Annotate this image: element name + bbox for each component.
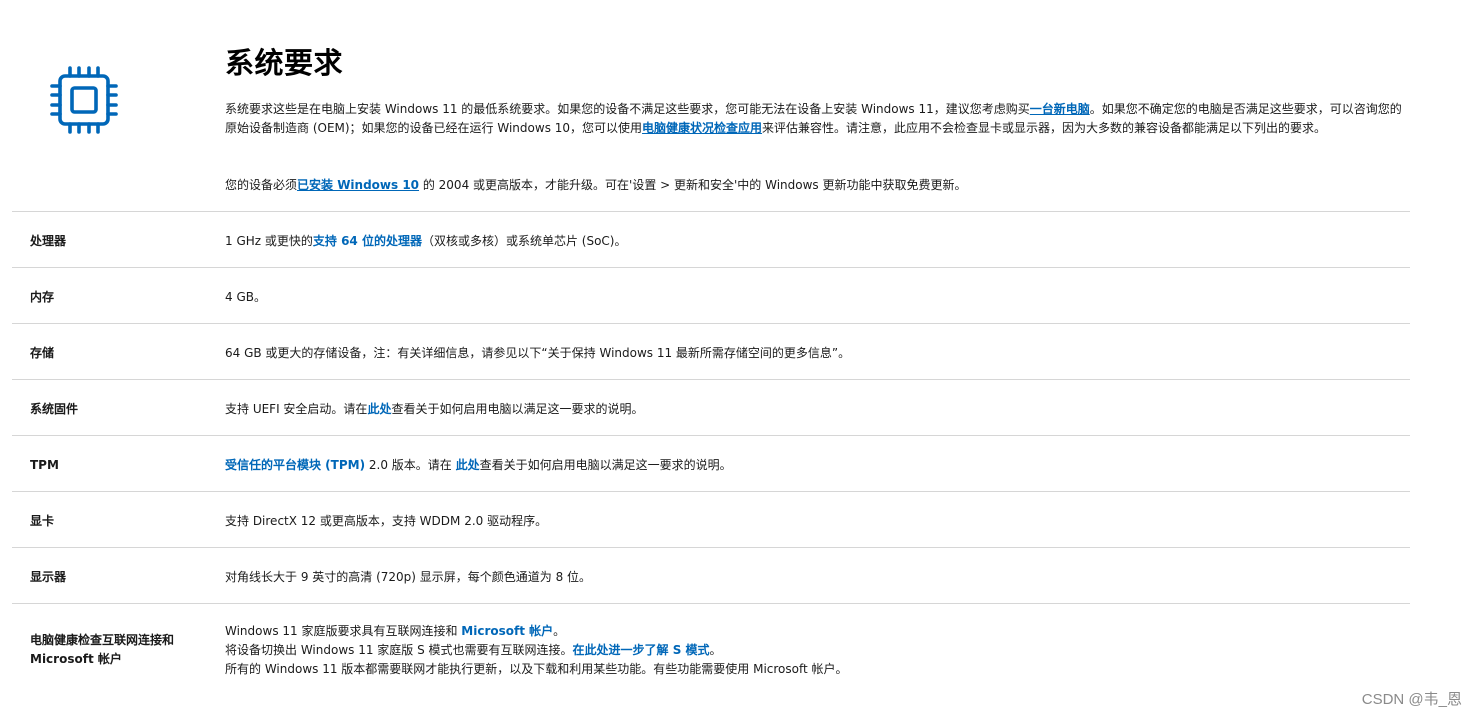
- 64bit-processor-link[interactable]: 支持 64 位的处理器: [313, 234, 422, 248]
- requirement-row-tpm: TPM 受信任的平台模块 (TPM) 2.0 版本。请在 此处查看关于如何启用电…: [12, 435, 1410, 491]
- intro-paragraph: 系统要求这些是在电脑上安装 Windows 11 的最低系统要求。如果您的设备不…: [225, 100, 1403, 138]
- processor-text-1: 1 GHz 或更快的: [225, 234, 313, 248]
- page-title: 系统要求: [225, 46, 344, 80]
- internet-text-3: 将设备切换出 Windows 11 家庭版 S 模式也需要有互联网连接。: [225, 643, 573, 657]
- requirement-label: TPM: [30, 458, 59, 472]
- upgrade-note-text-1: 您的设备必须: [225, 178, 298, 192]
- requirement-row-graphics: 显卡 支持 DirectX 12 或更高版本，支持 WDDM 2.0 驱动程序。: [12, 491, 1410, 547]
- requirement-row-processor: 处理器 1 GHz 或更快的支持 64 位的处理器（双核或多核）或系统单芯片 (…: [12, 211, 1410, 267]
- requirement-label: 内存: [30, 290, 55, 304]
- upgrade-note-text-2: 的 2004 或更高版本，才能升级。可在'设置 > 更新和安全'中的 Windo…: [419, 178, 967, 192]
- new-pc-link[interactable]: 一台新电脑: [1030, 102, 1090, 116]
- internet-text-4: 。: [709, 643, 722, 657]
- processor-text-2: （双核或多核）或系统单芯片 (SoC)。: [421, 234, 627, 248]
- firmware-text-1: 支持 UEFI 安全启动。请在: [225, 402, 368, 416]
- requirement-value: 支持 UEFI 安全启动。请在此处查看关于如何启用电脑以满足这一要求的说明。: [225, 400, 1395, 419]
- internet-text-2: 。: [553, 624, 566, 638]
- firmware-text-2: 查看关于如何启用电脑以满足这一要求的说明。: [391, 402, 644, 416]
- requirement-row-memory: 内存 4 GB。: [12, 267, 1410, 323]
- internet-text-1: Windows 11 家庭版要求具有互联网连接和: [225, 624, 462, 638]
- tpm-link[interactable]: 受信任的平台模块 (TPM): [225, 458, 365, 472]
- requirement-value: 1 GHz 或更快的支持 64 位的处理器（双核或多核）或系统单芯片 (SoC)…: [225, 232, 1395, 251]
- csdn-watermark: CSDN @韦_恩: [1361, 691, 1462, 708]
- requirement-label: 系统固件: [30, 402, 79, 416]
- s-mode-link[interactable]: 在此处进一步了解 S 模式: [573, 643, 710, 657]
- requirement-value: 4 GB。: [225, 290, 266, 304]
- requirement-value: 支持 DirectX 12 或更高版本，支持 WDDM 2.0 驱动程序。: [225, 514, 548, 528]
- tpm-text-1: 2.0 版本。请在: [365, 458, 456, 472]
- tpm-text-2: 查看关于如何启用电脑以满足这一要求的说明。: [479, 458, 732, 472]
- requirement-value: 64 GB 或更大的存储设备，注：有关详细信息，请参见以下“关于保持 Windo…: [225, 346, 851, 360]
- tpm-here-link[interactable]: 此处: [456, 458, 480, 472]
- internet-line-1: Windows 11 家庭版要求具有互联网连接和 Microsoft 帐户。: [225, 622, 1395, 641]
- microsoft-account-link[interactable]: Microsoft 帐户: [461, 624, 553, 638]
- requirement-label: 存储: [30, 346, 55, 360]
- requirements-table: 处理器 1 GHz 或更快的支持 64 位的处理器（双核或多核）或系统单芯片 (…: [12, 211, 1410, 700]
- requirement-value: 对角线长大于 9 英寸的高清 (720p) 显示屏，每个颜色通道为 8 位。: [225, 570, 592, 584]
- internet-line-3: 所有的 Windows 11 版本都需要联网才能执行更新，以及下载和利用某些功能…: [225, 662, 848, 676]
- windows10-installed-link[interactable]: 已安装 Windows 10: [297, 178, 419, 192]
- intro-text-1: 系统要求这些是在电脑上安装 Windows 11 的最低系统要求。如果您的设备不…: [225, 102, 1030, 116]
- system-requirements-page: 系统要求 系统要求这些是在电脑上安装 Windows 11 的最低系统要求。如果…: [0, 0, 1480, 717]
- requirement-value: 受信任的平台模块 (TPM) 2.0 版本。请在 此处查看关于如何启用电脑以满足…: [225, 456, 1395, 475]
- requirement-value: Windows 11 家庭版要求具有互联网连接和 Microsoft 帐户。 将…: [225, 622, 1395, 679]
- requirement-label: 电脑健康检查互联网连接和 Microsoft 帐户: [30, 633, 175, 666]
- requirement-label: 显卡: [30, 514, 55, 528]
- intro-text-3: 来评估兼容性。请注意，此应用不会检查显卡或显示器，因为大多数的兼容设备都能满足以…: [762, 121, 1327, 135]
- requirement-row-internet: 电脑健康检查互联网连接和 Microsoft 帐户 Windows 11 家庭版…: [12, 603, 1410, 700]
- cpu-chip-icon: [50, 66, 118, 134]
- requirement-row-display: 显示器 对角线长大于 9 英寸的高清 (720p) 显示屏，每个颜色通道为 8 …: [12, 547, 1410, 603]
- requirement-label: 显示器: [30, 570, 67, 584]
- pc-health-check-link[interactable]: 电脑健康状况检查应用: [642, 121, 762, 135]
- requirement-row-firmware: 系统固件 支持 UEFI 安全启动。请在此处查看关于如何启用电脑以满足这一要求的…: [12, 379, 1410, 435]
- internet-line-2: 将设备切换出 Windows 11 家庭版 S 模式也需要有互联网连接。在此处进…: [225, 641, 1395, 660]
- requirement-label: 处理器: [30, 234, 67, 248]
- requirement-row-storage: 存储 64 GB 或更大的存储设备，注：有关详细信息，请参见以下“关于保持 Wi…: [12, 323, 1410, 379]
- firmware-here-link[interactable]: 此处: [367, 402, 391, 416]
- upgrade-note-paragraph: 您的设备必须已安装 Windows 10 的 2004 或更高版本，才能升级。可…: [225, 176, 1403, 195]
